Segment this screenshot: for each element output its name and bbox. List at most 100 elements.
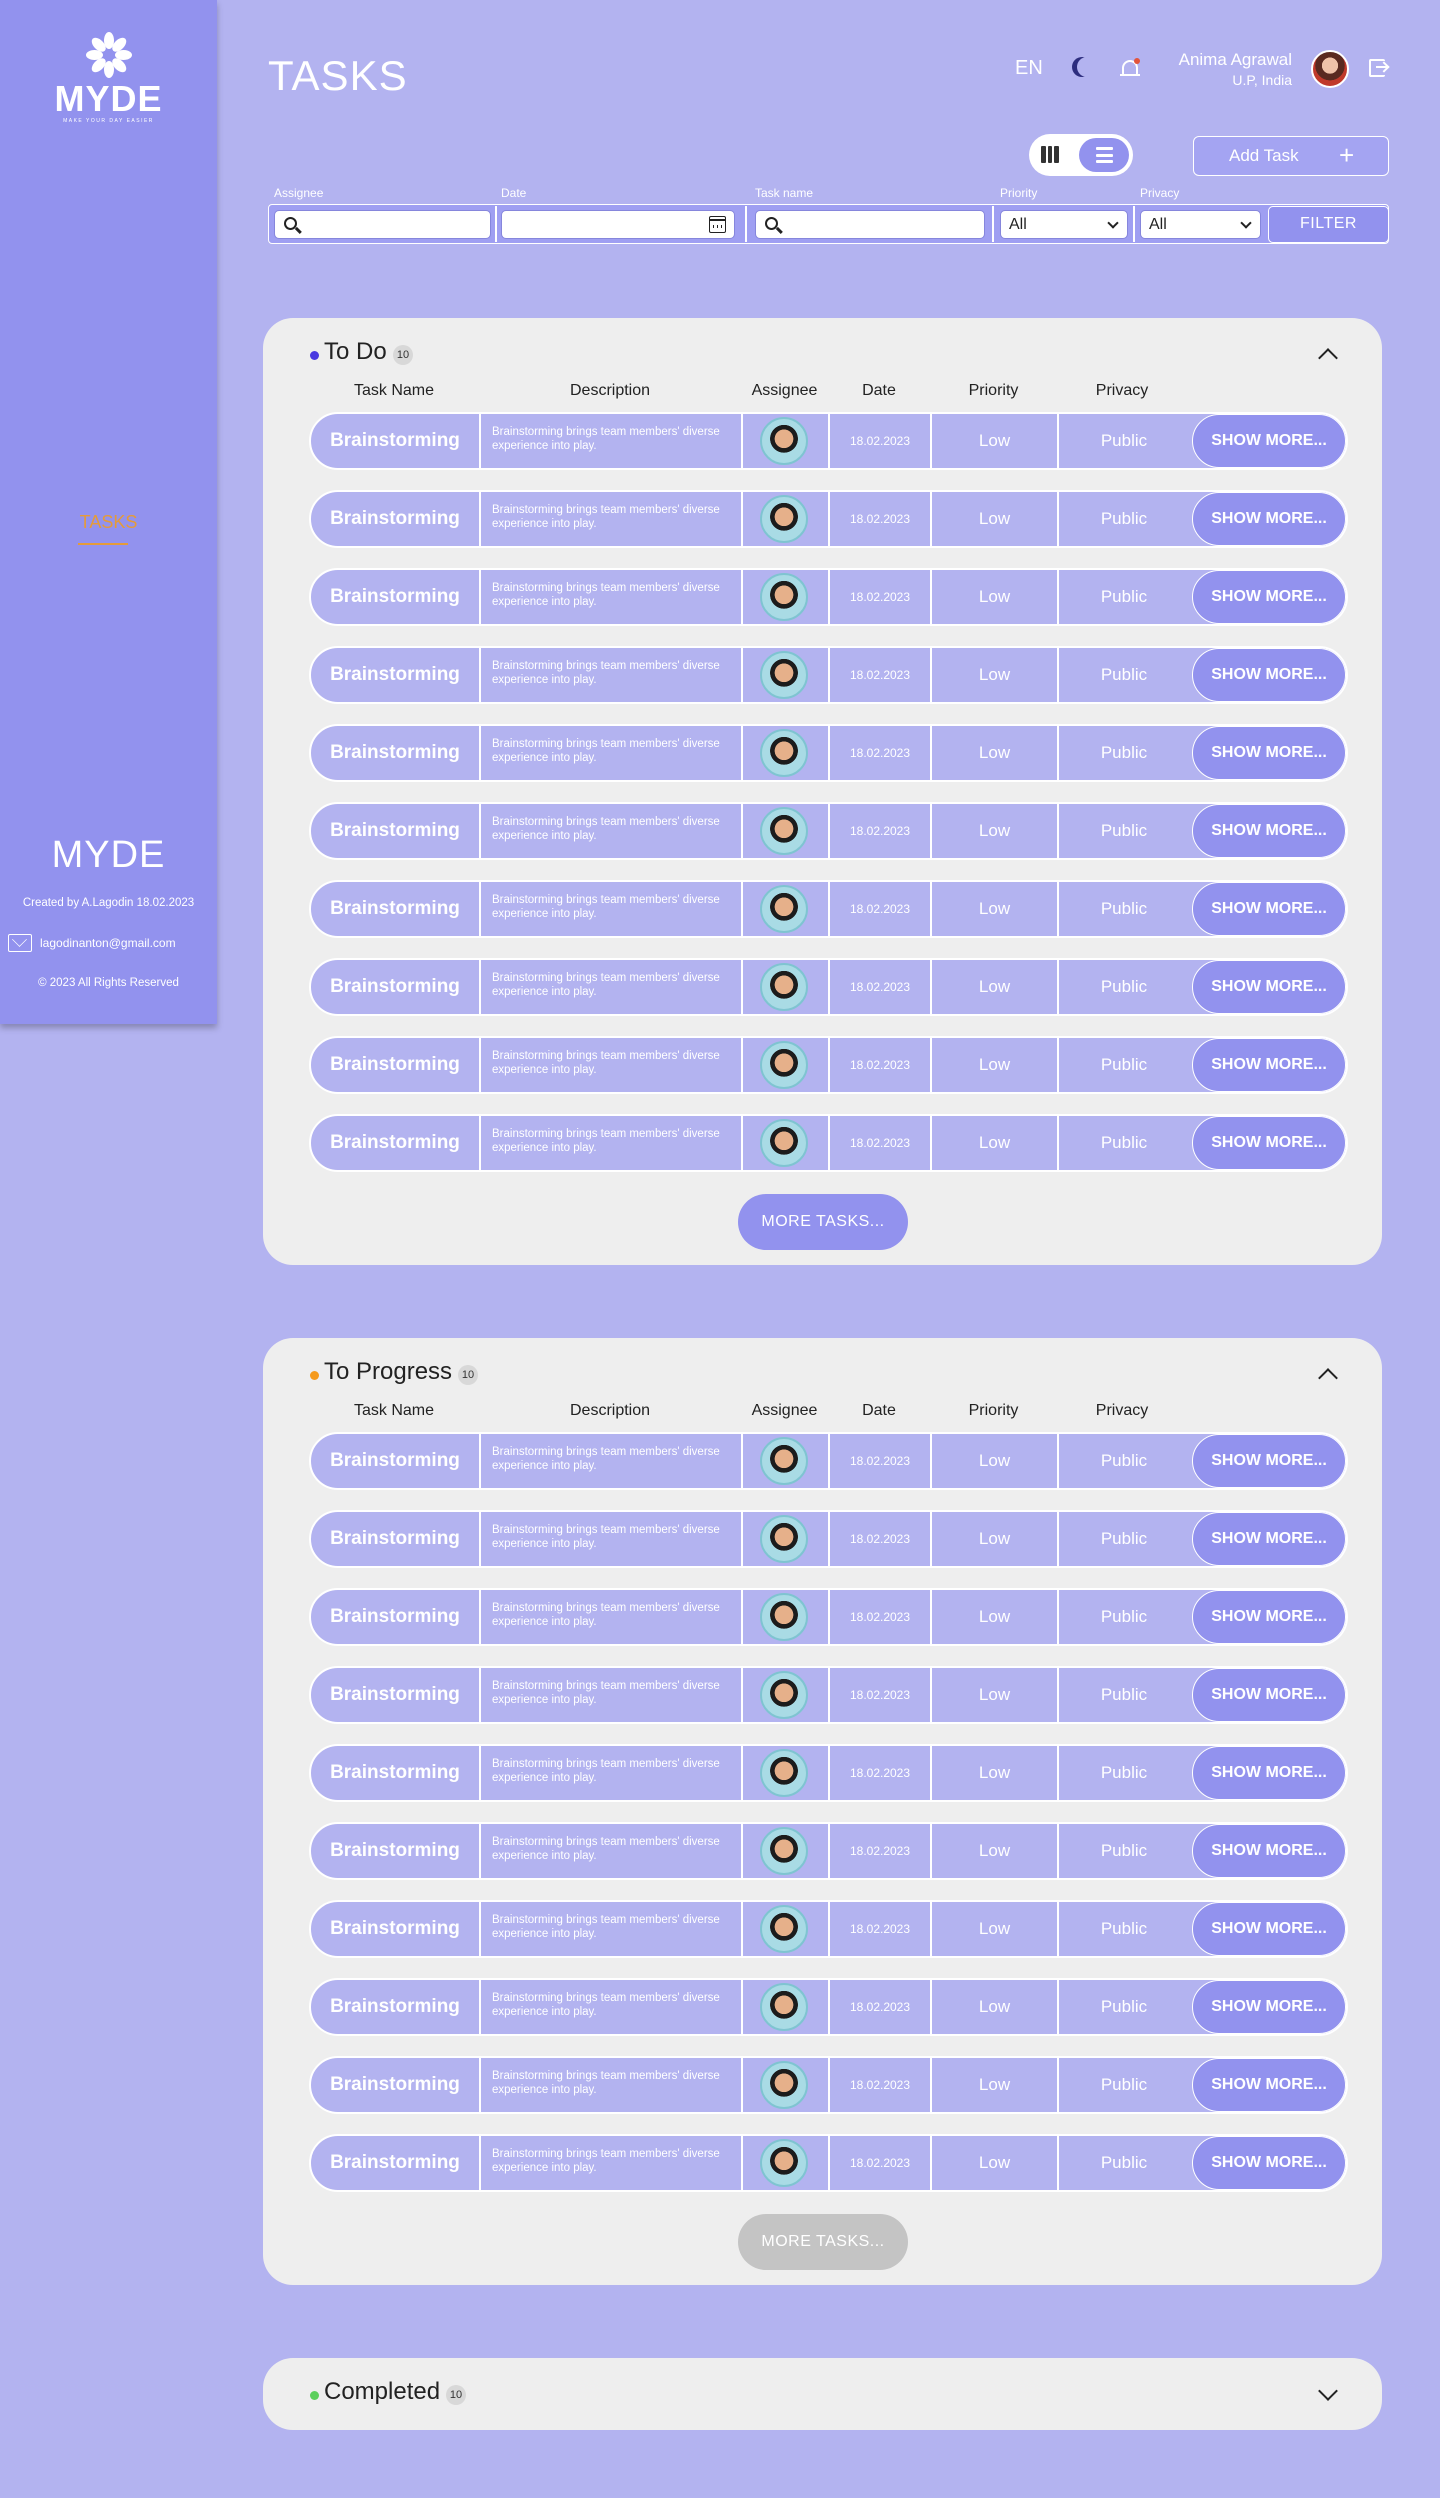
assignee-avatar[interactable] xyxy=(760,495,808,543)
task-row[interactable]: Brainstorming Brainstorming brings team m… xyxy=(309,412,1348,470)
show-more-button[interactable]: SHOW MORE... xyxy=(1192,804,1346,858)
assignee-avatar[interactable] xyxy=(760,2139,808,2187)
assignee-avatar[interactable] xyxy=(760,1515,808,1563)
task-row[interactable]: Brainstorming Brainstorming brings team m… xyxy=(309,1588,1348,1646)
task-row[interactable]: Brainstorming Brainstorming brings team m… xyxy=(309,1114,1348,1172)
assignee-avatar[interactable] xyxy=(760,1983,808,2031)
show-more-button[interactable]: SHOW MORE... xyxy=(1192,726,1346,780)
date-input[interactable] xyxy=(501,210,735,239)
show-more-button[interactable]: SHOW MORE... xyxy=(1192,1434,1346,1488)
assignee-avatar[interactable] xyxy=(760,651,808,699)
task-row[interactable]: Brainstorming Brainstorming brings team m… xyxy=(309,1432,1348,1490)
task-row[interactable]: Brainstorming Brainstorming brings team m… xyxy=(309,958,1348,1016)
assignee-avatar[interactable] xyxy=(760,2061,808,2109)
mail-icon xyxy=(8,934,32,952)
show-more-button[interactable]: SHOW MORE... xyxy=(1192,1038,1346,1092)
show-more-button[interactable]: SHOW MORE... xyxy=(1192,960,1346,1014)
show-more-button[interactable]: SHOW MORE... xyxy=(1192,1980,1346,2034)
task-row[interactable]: Brainstorming Brainstorming brings team m… xyxy=(309,1036,1348,1094)
priority-select[interactable]: All xyxy=(1000,210,1128,239)
task-row[interactable]: Brainstorming Brainstorming brings team m… xyxy=(309,1744,1348,1802)
task-row[interactable]: Brainstorming Brainstorming brings team m… xyxy=(309,1978,1348,2036)
footer-email[interactable]: lagodinanton@gmail.com xyxy=(8,933,213,953)
more-tasks-button[interactable]: MORE TASKS... xyxy=(738,2214,908,2270)
task-row[interactable]: Brainstorming Brainstorming brings team m… xyxy=(309,490,1348,548)
privacy-select[interactable]: All xyxy=(1140,210,1261,239)
assignee-avatar[interactable] xyxy=(760,885,808,933)
task-date: 18.02.2023 xyxy=(830,1512,932,1566)
list-view-icon[interactable] xyxy=(1079,138,1129,172)
task-priority: Low xyxy=(932,570,1059,624)
show-more-button[interactable]: SHOW MORE... xyxy=(1192,882,1346,936)
assignee-avatar[interactable] xyxy=(760,1041,808,1089)
task-privacy: Public xyxy=(1100,1529,1148,1548)
task-row[interactable]: Brainstorming Brainstorming brings team m… xyxy=(309,568,1348,626)
assignee-avatar[interactable] xyxy=(760,1749,808,1797)
show-more-button[interactable]: SHOW MORE... xyxy=(1192,648,1346,702)
task-date: 18.02.2023 xyxy=(830,2058,932,2112)
task-name-search-input[interactable] xyxy=(755,210,985,239)
task-priority: Low xyxy=(932,492,1059,546)
assignee-search-input[interactable] xyxy=(274,210,491,239)
show-more-button[interactable]: SHOW MORE... xyxy=(1192,1746,1346,1800)
board-view-icon[interactable] xyxy=(1041,146,1060,163)
task-row[interactable]: Brainstorming Brainstorming brings team m… xyxy=(309,1900,1348,1958)
assignee-avatar[interactable] xyxy=(760,1671,808,1719)
task-priority: Low xyxy=(932,726,1059,780)
chevron-down-icon[interactable] xyxy=(1318,2381,1338,2401)
add-task-button[interactable]: Add Task + xyxy=(1193,136,1389,176)
chevron-up-icon[interactable] xyxy=(1318,348,1338,368)
show-more-button[interactable]: SHOW MORE... xyxy=(1192,1824,1346,1878)
show-more-button[interactable]: SHOW MORE... xyxy=(1192,1116,1346,1170)
task-privacy: Public xyxy=(1100,1055,1148,1074)
task-priority: Low xyxy=(932,2136,1059,2190)
active-nav-indicator xyxy=(78,543,128,545)
task-row[interactable]: Brainstorming Brainstorming brings team m… xyxy=(309,2134,1348,2192)
filter-button[interactable]: FILTER xyxy=(1268,206,1389,243)
chevron-up-icon[interactable] xyxy=(1318,1368,1338,1388)
show-more-button[interactable]: SHOW MORE... xyxy=(1192,2136,1346,2190)
task-row[interactable]: Brainstorming Brainstorming brings team m… xyxy=(309,802,1348,860)
task-row[interactable]: Brainstorming Brainstorming brings team m… xyxy=(309,646,1348,704)
show-more-button[interactable]: SHOW MORE... xyxy=(1192,2058,1346,2112)
show-more-button[interactable]: SHOW MORE... xyxy=(1192,492,1346,546)
show-more-button[interactable]: SHOW MORE... xyxy=(1192,1512,1346,1566)
assignee-avatar[interactable] xyxy=(760,729,808,777)
assignee-avatar[interactable] xyxy=(760,417,808,465)
plus-icon: + xyxy=(1339,140,1355,170)
footer-copyright: © 2023 All Rights Reserved xyxy=(38,977,179,989)
user-avatar[interactable] xyxy=(1311,50,1349,88)
task-row[interactable]: Brainstorming Brainstorming brings team m… xyxy=(309,724,1348,782)
show-more-button[interactable]: SHOW MORE... xyxy=(1192,1668,1346,1722)
sidebar-item-tasks[interactable]: TASKS xyxy=(0,512,217,533)
task-row[interactable]: Brainstorming Brainstorming brings team m… xyxy=(309,2056,1348,2114)
user-name: Anima Agrawal xyxy=(1178,50,1292,69)
assignee-avatar[interactable] xyxy=(760,963,808,1011)
show-more-button[interactable]: SHOW MORE... xyxy=(1192,414,1346,468)
task-privacy: Public xyxy=(1100,2075,1148,2094)
footer-email-text[interactable]: lagodinanton@gmail.com xyxy=(40,936,176,950)
moon-icon[interactable] xyxy=(1077,57,1097,77)
assignee-avatar[interactable] xyxy=(760,807,808,855)
show-more-button[interactable]: SHOW MORE... xyxy=(1192,1590,1346,1644)
notification-dot xyxy=(1134,58,1140,64)
more-tasks-button[interactable]: MORE TASKS... xyxy=(738,1194,908,1250)
task-row[interactable]: Brainstorming Brainstorming brings team m… xyxy=(309,1822,1348,1880)
assignee-avatar[interactable] xyxy=(760,1119,808,1167)
assignee-avatar[interactable] xyxy=(760,1593,808,1641)
calendar-icon[interactable] xyxy=(709,216,726,233)
assignee-filter-label: Assignee xyxy=(274,186,324,200)
show-more-button[interactable]: SHOW MORE... xyxy=(1192,570,1346,624)
bell-icon[interactable] xyxy=(1120,58,1140,78)
assignee-avatar[interactable] xyxy=(760,1827,808,1875)
assignee-avatar[interactable] xyxy=(760,573,808,621)
assignee-avatar[interactable] xyxy=(760,1437,808,1485)
task-row[interactable]: Brainstorming Brainstorming brings team m… xyxy=(309,1666,1348,1724)
assignee-avatar[interactable] xyxy=(760,1905,808,1953)
sidebar: MYDE MAKE YOUR DAY EASIER TASKS MYDE Cre… xyxy=(0,0,217,1024)
task-row[interactable]: Brainstorming Brainstorming brings team m… xyxy=(309,880,1348,938)
task-date: 18.02.2023 xyxy=(830,2136,932,2190)
show-more-button[interactable]: SHOW MORE... xyxy=(1192,1902,1346,1956)
language-switch[interactable]: EN xyxy=(1015,57,1043,80)
task-row[interactable]: Brainstorming Brainstorming brings team m… xyxy=(309,1510,1348,1568)
